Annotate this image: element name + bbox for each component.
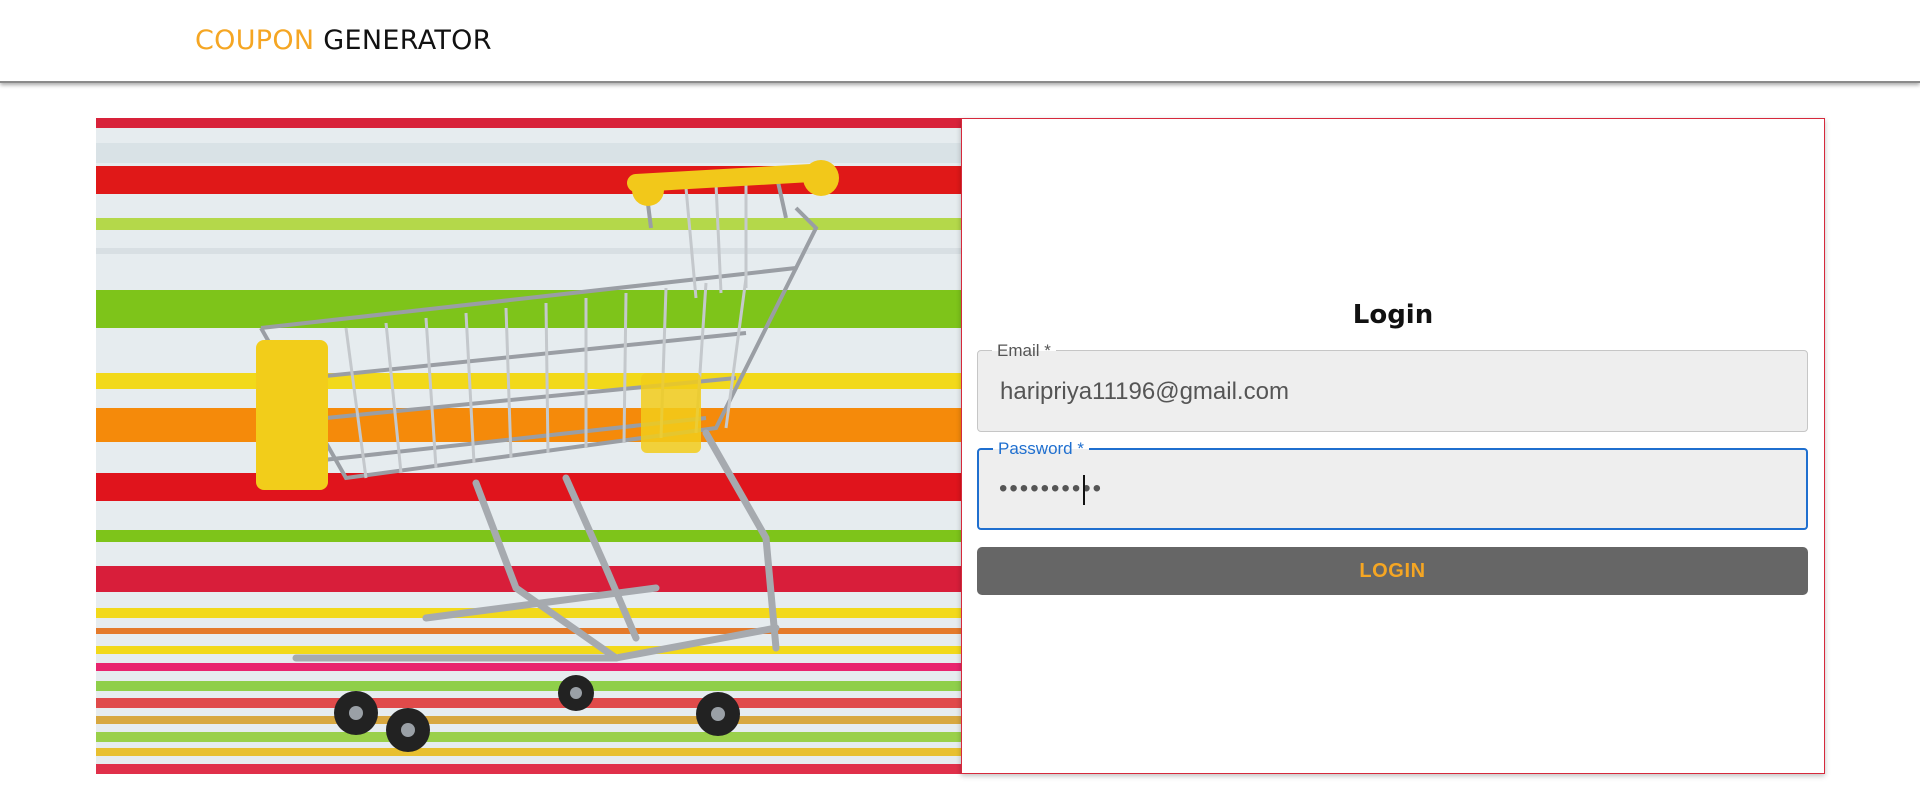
- shopping-cart-image: [96, 118, 961, 774]
- password-field[interactable]: Password * ••••••••••: [977, 439, 1808, 530]
- password-input[interactable]: ••••••••••: [999, 475, 1779, 503]
- brand-logo[interactable]: COUPON GENERATOR: [195, 25, 492, 56]
- password-label: Password *: [993, 439, 1089, 459]
- login-title: Login: [1352, 300, 1434, 330]
- email-input[interactable]: [998, 377, 1782, 407]
- top-header: COUPON GENERATOR: [0, 0, 1920, 83]
- email-field[interactable]: Email *: [977, 341, 1808, 432]
- brand-coupon: COUPON: [195, 25, 315, 56]
- text-cursor: [1083, 475, 1085, 505]
- brand-generator: GENERATOR: [323, 25, 492, 56]
- login-card: Login Email * Password * •••••••••• LOGI…: [961, 118, 1825, 774]
- email-label: Email *: [992, 341, 1056, 361]
- hero-image: [96, 118, 961, 774]
- login-button[interactable]: LOGIN: [977, 547, 1808, 595]
